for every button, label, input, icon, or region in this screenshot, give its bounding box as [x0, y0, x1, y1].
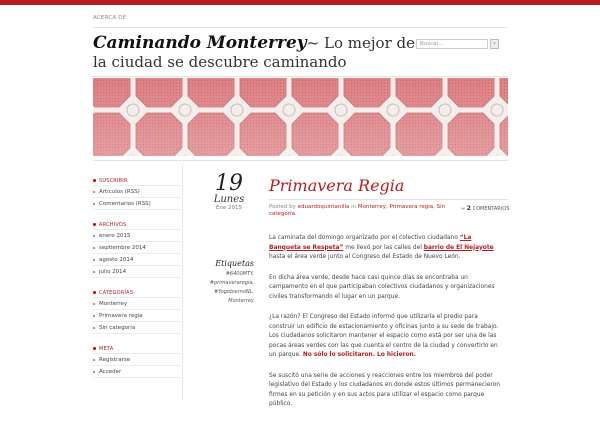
meta-prefix: Posted by: [269, 204, 296, 210]
square-bullet-icon: [93, 358, 95, 361]
bullet-icon: [93, 223, 96, 226]
paragraph: En dicha área verde, desde hace casi qui…: [269, 274, 495, 300]
sidebar-heading-categories: CATEGORÍAS: [93, 288, 181, 297]
column-divider: [182, 165, 183, 400]
square-bullet-icon: [93, 370, 95, 373]
sidebar-heading-meta: META: [93, 344, 181, 353]
sidebar-item-category[interactable]: Sin categoría: [93, 321, 181, 334]
square-bullet-icon: [93, 258, 95, 261]
bullet-icon: [93, 291, 96, 294]
square-bullet-icon: [93, 326, 95, 329]
site-title[interactable]: Caminando Monterrey: [93, 33, 307, 53]
title-separator: ~: [306, 34, 320, 52]
square-bullet-icon: [93, 302, 95, 305]
post-title-divider: [269, 199, 508, 200]
header-banner-image: [93, 78, 508, 156]
square-bullet-icon: [93, 234, 95, 237]
site-header: Caminando Monterrey~ Lo mejor de la ciud…: [93, 34, 423, 72]
square-bullet-icon: [93, 246, 95, 249]
tag-link[interactable]: #primaveraregia,: [196, 279, 254, 288]
post-date-day: 19: [215, 171, 243, 196]
search-input[interactable]: Buscar...: [416, 39, 488, 49]
emphasis-text: No sólo lo solicitaron. Lo hicieron.: [302, 352, 416, 358]
header-divider: [93, 76, 508, 77]
comments-label: COMENTARIOS: [472, 206, 510, 212]
paragraph: La caminata del domingo organizado por e…: [269, 235, 494, 260]
author-link[interactable]: eduardoquintanilla: [298, 204, 350, 210]
tag-link[interactable]: #6400MTY,: [196, 270, 254, 279]
sidebar-item-category[interactable]: Primavera regia: [93, 309, 181, 321]
comments-count: 2: [466, 205, 471, 212]
search-submit-button[interactable]: ›: [490, 39, 499, 49]
bullet-icon: [93, 179, 96, 182]
comment-icon: ≈: [461, 206, 466, 212]
tag-link[interactable]: #YogobiernoNL,: [196, 288, 254, 297]
arrow-right-icon: ›: [493, 40, 496, 47]
post-content: La caminata del domingo organizado por e…: [269, 234, 505, 421]
meta-in: in: [351, 204, 357, 210]
sidebar-heading-subscribe: SUSCRIBIR: [93, 176, 181, 185]
nav-divider: [93, 27, 508, 28]
post-meta: Posted by eduardoquintanilla in Monterre…: [269, 204, 454, 218]
tags-heading: Etiquetas: [215, 259, 254, 268]
top-accent-bar: [0, 0, 600, 5]
category-links[interactable]: Monterrey, Primavera regia, Sin categorí…: [269, 204, 445, 217]
comments-link[interactable]: ≈ 2 COMENTARIOS: [461, 205, 509, 212]
bullet-icon: [93, 347, 96, 350]
banner-divider: [93, 160, 508, 161]
tile-pattern: [93, 78, 508, 156]
post-title[interactable]: Primavera Regia: [269, 176, 404, 195]
square-bullet-icon: [93, 202, 95, 205]
square-bullet-icon: [93, 314, 95, 317]
tag-link[interactable]: Monterrey: [196, 297, 254, 306]
paragraph: Se suscitó una serie de acciones y reacc…: [269, 372, 500, 408]
sidebar-heading-archives: ARCHIVOS: [93, 220, 181, 229]
post-date-weekday: Lunes: [213, 194, 245, 205]
link-barrio-nejayote[interactable]: barrio de El Nejayote: [424, 245, 494, 251]
sidebar-item-comments-rss[interactable]: Comentarios (RSS): [93, 197, 181, 210]
sidebar-item-register[interactable]: Registrarse: [93, 353, 181, 365]
nav-link-about[interactable]: ACERCA DE: [93, 15, 126, 21]
square-bullet-icon: [93, 190, 95, 193]
sidebar-item-category[interactable]: Monterrey: [93, 297, 181, 309]
sidebar-item-login[interactable]: Acceder: [93, 365, 181, 378]
sidebar-item-archive[interactable]: septiembre 2014: [93, 241, 181, 253]
square-bullet-icon: [93, 270, 95, 273]
sidebar: SUSCRIBIR Artículos (RSS) Comentarios (R…: [93, 176, 181, 378]
sidebar-item-archive[interactable]: enero 2015: [93, 229, 181, 241]
sidebar-item-archive[interactable]: julio 2014: [93, 265, 181, 278]
tag-list: #6400MTY, #primaveraregia, #YogobiernoNL…: [196, 270, 254, 306]
paragraph: ¿La razón? El Congreso del Estado inform…: [269, 314, 499, 358]
sidebar-item-archive[interactable]: agosto 2014: [93, 253, 181, 265]
sidebar-item-posts-rss[interactable]: Artículos (RSS): [93, 185, 181, 197]
post-date-month-year: Ene 2015: [215, 205, 243, 211]
